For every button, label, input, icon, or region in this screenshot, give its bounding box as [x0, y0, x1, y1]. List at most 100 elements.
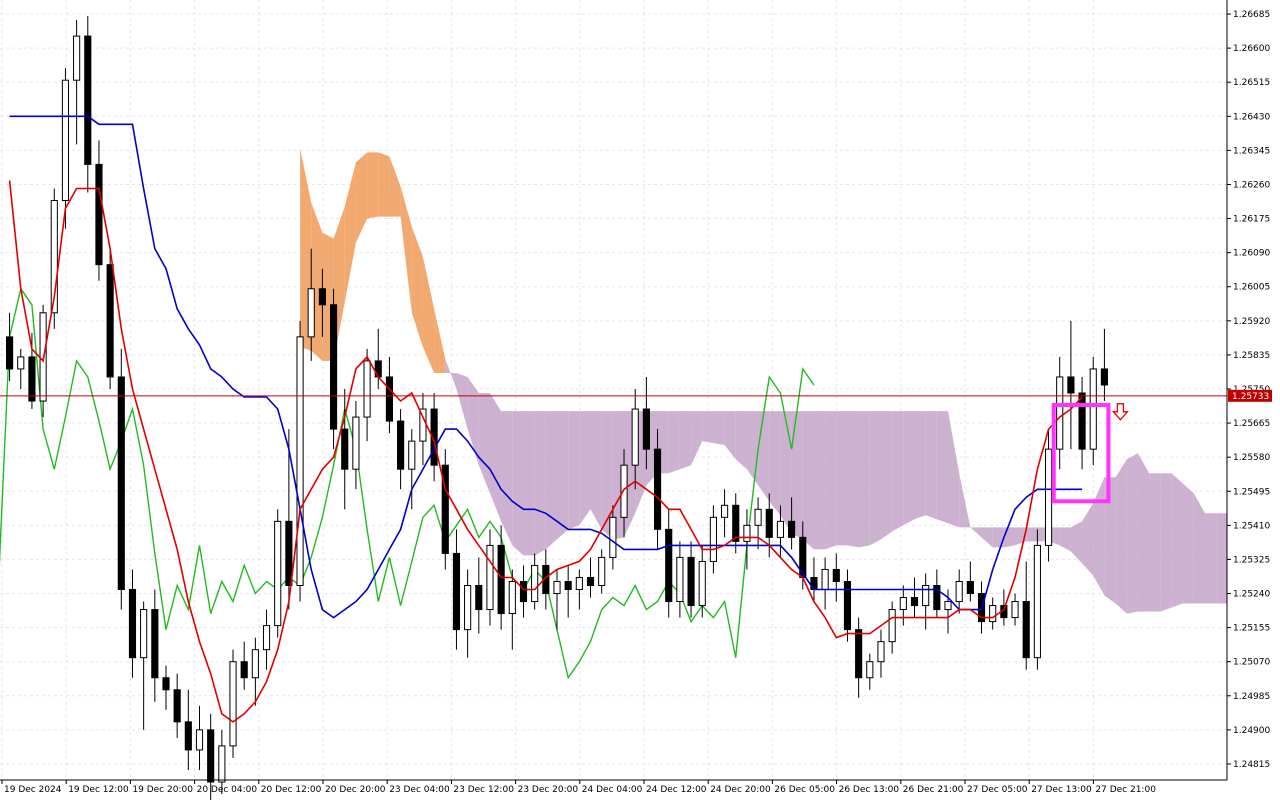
candle-body	[575, 576, 583, 591]
y-tick-label: 1.25665	[1233, 419, 1270, 429]
candle-body	[765, 508, 773, 538]
cloud-segment	[802, 411, 814, 550]
candle-body	[1089, 368, 1097, 450]
candle-body	[631, 408, 639, 466]
y-tick-label: 1.26685	[1233, 10, 1270, 20]
candle	[1044, 429, 1053, 562]
candle-body	[1033, 544, 1041, 659]
candle-body	[497, 544, 505, 615]
candle-body	[363, 360, 371, 418]
candle-body	[162, 677, 170, 691]
y-tick-label: 1.26175	[1233, 215, 1270, 225]
candle-body	[1022, 601, 1030, 659]
x-tick-label: 23 Dec 12:00	[453, 785, 514, 795]
candle-body	[307, 288, 315, 338]
candle-body	[486, 544, 494, 611]
candle	[229, 649, 237, 758]
y-tick-label: 1.24900	[1233, 726, 1270, 736]
cloud-segment	[847, 411, 859, 548]
cloud-segment	[836, 411, 848, 546]
cloud-segment	[679, 411, 692, 470]
candle-body	[721, 504, 729, 518]
cloud-segment	[1137, 453, 1150, 612]
candle-body	[966, 580, 974, 595]
candle-body	[207, 729, 215, 783]
candle-body	[117, 376, 125, 591]
x-tick-label: 24 Dec 04:00	[582, 785, 643, 795]
cloud-segment	[713, 411, 725, 446]
y-tick-label: 1.25495	[1233, 487, 1270, 497]
candle-body	[28, 356, 36, 402]
candle-body	[95, 163, 103, 266]
candle-body	[553, 580, 561, 595]
candle-body	[84, 35, 92, 165]
candle-body	[1056, 376, 1064, 450]
cloud-segment	[1171, 473, 1183, 608]
candle-body	[519, 580, 528, 603]
cloud-segment	[1126, 453, 1138, 614]
candle-body	[910, 597, 919, 607]
cloud-segment	[545, 411, 557, 550]
y-tick-label: 1.24985	[1233, 692, 1270, 702]
x-tick-label: 24 Dec 12:00	[646, 785, 707, 795]
candle-body	[776, 520, 785, 538]
candle-body	[151, 609, 159, 679]
candle-body	[709, 516, 717, 562]
candle-body	[17, 356, 25, 370]
cloud-segment	[512, 411, 524, 556]
y-tick-label: 1.24815	[1233, 760, 1270, 770]
y-tick-label: 1.26005	[1233, 283, 1270, 293]
candle-body	[586, 576, 595, 587]
candle-body	[408, 440, 416, 470]
cloud-segment	[1149, 473, 1161, 612]
candle-body	[173, 689, 181, 723]
cloud-segment	[813, 411, 826, 550]
candle-body	[598, 556, 606, 587]
cloud-segment	[735, 411, 747, 470]
candle-body	[296, 336, 304, 587]
x-tick-label: 19 Dec 2024	[4, 785, 62, 795]
candle-body	[329, 304, 338, 430]
cloud-segment	[1115, 459, 1127, 614]
y-tick-label: 1.26345	[1233, 146, 1270, 156]
candle-body	[855, 629, 863, 679]
cloud-segment	[523, 411, 535, 556]
candle-body	[385, 376, 393, 422]
candle-body	[642, 408, 650, 450]
candle-body	[1067, 376, 1075, 394]
x-tick-label: 20 Dec 20:00	[325, 785, 386, 795]
candle-body	[665, 528, 673, 603]
candle-body	[195, 729, 204, 751]
chart-background	[0, 0, 1280, 800]
candle-body	[899, 597, 907, 611]
x-tick-label: 26 Dec 13:00	[839, 785, 900, 795]
cloud-segment	[1160, 473, 1172, 612]
x-tick-label: 26 Dec 05:00	[774, 785, 835, 795]
candle-body	[285, 520, 293, 587]
cloud-segment	[892, 411, 904, 532]
candle-body	[184, 721, 192, 751]
candle-body	[240, 661, 248, 679]
candle-body	[508, 580, 516, 615]
candle-body	[61, 79, 70, 202]
x-tick-label: 19 Dec 12:00	[68, 785, 129, 795]
y-tick-label: 1.25410	[1233, 521, 1270, 531]
cloud-segment	[869, 411, 881, 546]
candle-body	[922, 585, 930, 607]
candle-body	[251, 649, 259, 679]
candle-body	[140, 609, 148, 659]
candle-body	[464, 585, 472, 631]
cloud-segment	[702, 411, 714, 444]
candle-body	[732, 504, 740, 542]
candle-body	[955, 580, 963, 603]
y-tick-label: 1.25920	[1233, 317, 1270, 327]
candle	[1033, 529, 1041, 670]
candle-body	[743, 524, 751, 542]
cloud-segment	[881, 411, 893, 540]
current-price-tag: 1.25733	[1228, 389, 1272, 402]
candle	[274, 509, 282, 638]
x-tick-label: 23 Dec 20:00	[518, 785, 579, 795]
cloud-segment	[668, 411, 680, 474]
y-tick-label: 1.26515	[1233, 78, 1270, 88]
y-tick-label: 1.25155	[1233, 624, 1270, 634]
